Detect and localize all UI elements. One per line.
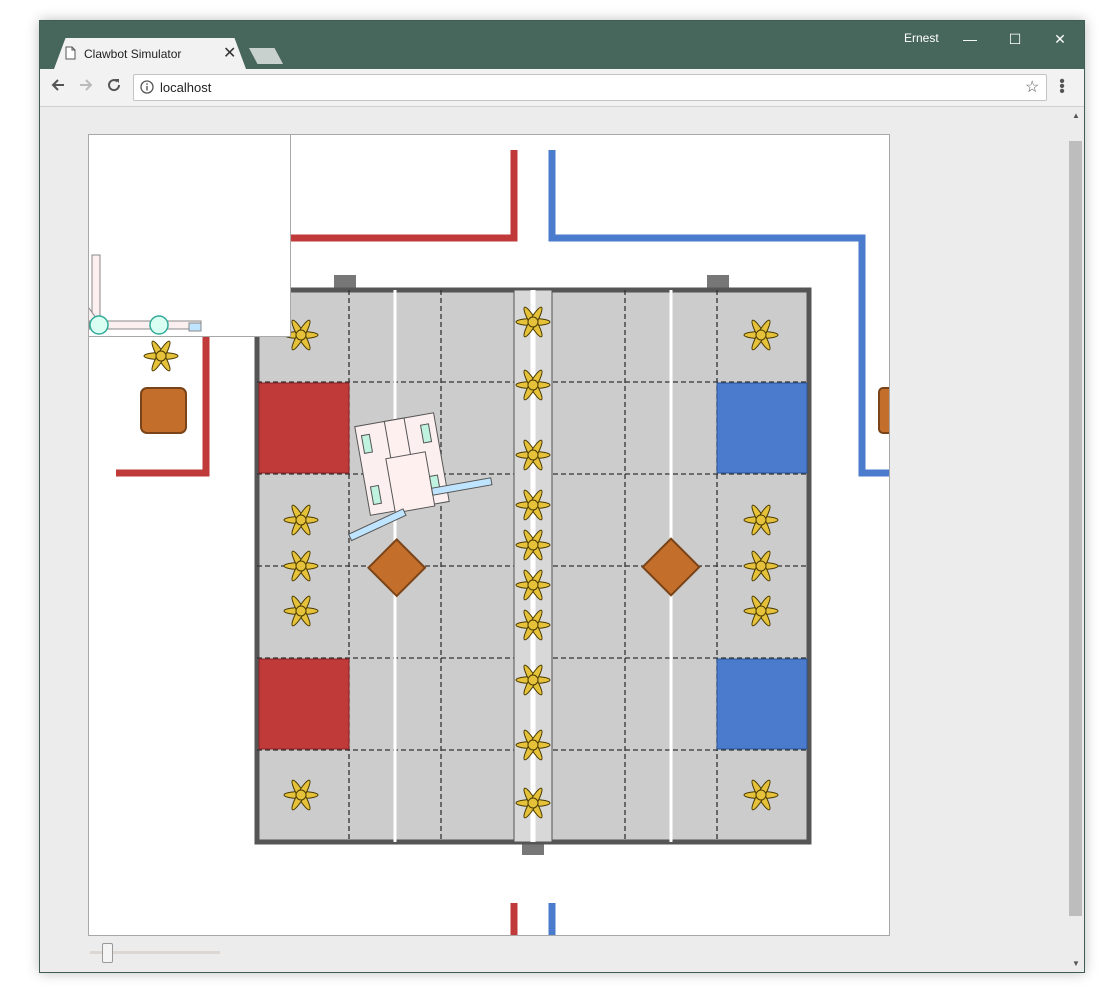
tab-close-icon[interactable]: ✕ (223, 43, 236, 63)
minimize-button[interactable]: — (950, 25, 990, 53)
user-name[interactable]: Ernest (904, 31, 939, 45)
simulator-canvas[interactable] (51, 134, 900, 936)
blue-tile (716, 658, 808, 750)
browser-window: Clawbot Simulator ✕ Ernest — ☐ ✕ localho… (39, 20, 1085, 973)
slider-handle[interactable] (102, 943, 113, 963)
blue-tile (716, 382, 808, 474)
title-bar: Clawbot Simulator ✕ Ernest — ☐ ✕ (40, 21, 1084, 69)
reload-icon[interactable] (104, 77, 124, 97)
tab-clawbot-simulator[interactable]: Clawbot Simulator ✕ (54, 38, 246, 69)
scroll-up-arrow-icon[interactable]: ▲ (1072, 111, 1080, 120)
address-bar[interactable]: localhost ☆ (133, 74, 1047, 101)
tab-title: Clawbot Simulator (84, 47, 182, 61)
scroll-down-arrow-icon[interactable]: ▼ (1072, 959, 1080, 968)
outside-cube-left (140, 387, 187, 434)
red-tile (258, 382, 350, 474)
browser-toolbar: localhost ☆ • • • (40, 69, 1084, 107)
star-icon[interactable]: ☆ (1025, 77, 1039, 97)
close-window-button[interactable]: ✕ (1040, 25, 1080, 53)
red-tile (258, 658, 350, 750)
maximize-button[interactable]: ☐ (995, 25, 1035, 53)
url-text[interactable]: localhost (160, 80, 211, 95)
page-icon (65, 46, 76, 65)
menu-icon[interactable]: • • • (1058, 74, 1066, 100)
back-arrow-icon[interactable] (48, 77, 68, 97)
page-content (40, 107, 1068, 972)
forward-arrow-icon[interactable] (76, 77, 96, 97)
red-barrier-top (289, 150, 518, 242)
scroll-thumb[interactable] (1069, 141, 1082, 916)
zoom-slider[interactable] (90, 943, 220, 963)
vertical-scrollbar[interactable]: ▲ ▼ (1068, 107, 1084, 972)
new-tab-button[interactable] (249, 48, 283, 64)
outside-cube-right (878, 387, 900, 434)
side-view-panel (51, 135, 291, 337)
info-icon[interactable] (140, 80, 154, 99)
